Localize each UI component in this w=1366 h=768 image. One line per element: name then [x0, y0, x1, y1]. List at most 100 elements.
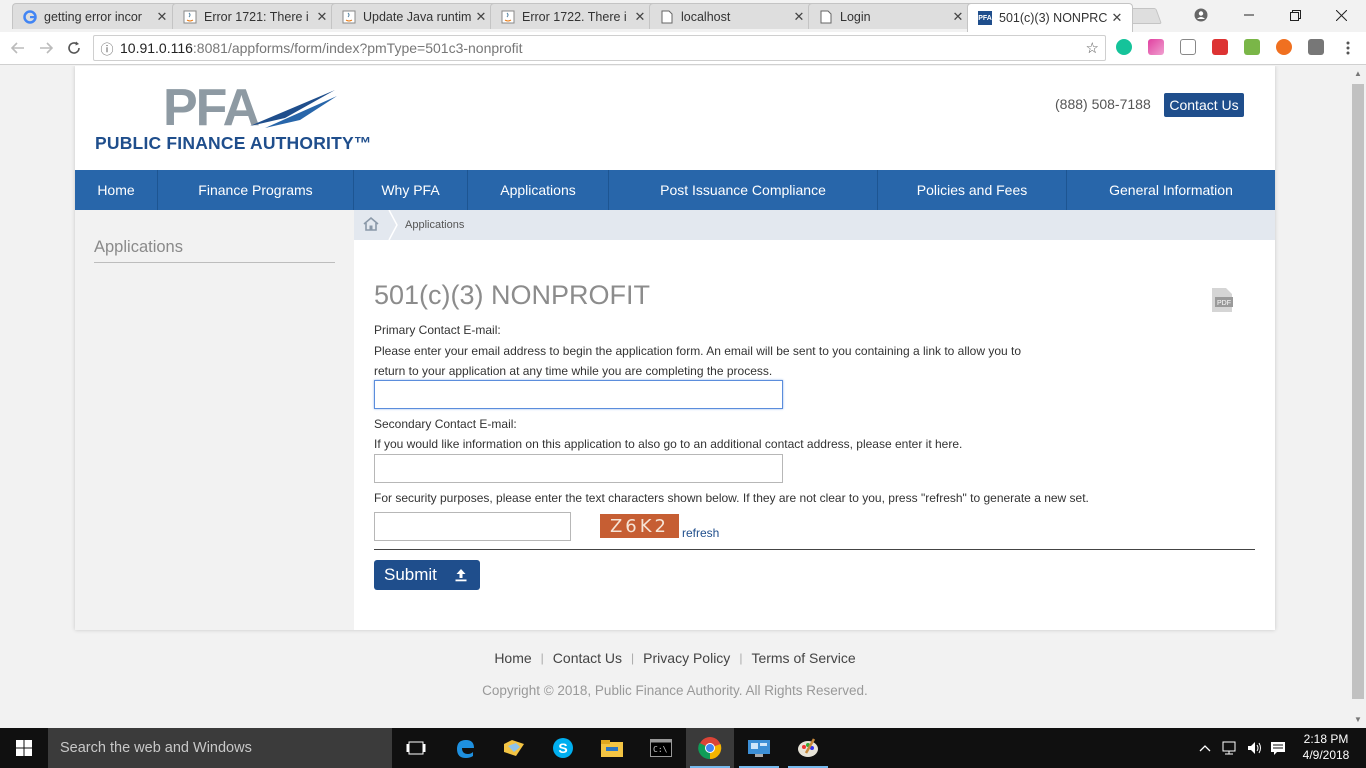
svg-text:C:\: C:\	[653, 745, 668, 754]
pdf-icon[interactable]: PDF	[1208, 286, 1236, 314]
browser-tab[interactable]: localhost ✕	[649, 3, 815, 29]
browser-tab-active[interactable]: PFA 501(c)(3) NONPRC ✕	[967, 3, 1133, 32]
extension-icon[interactable]	[1244, 39, 1260, 55]
close-tab-icon[interactable]: ✕	[951, 9, 965, 25]
java-icon	[183, 10, 197, 24]
command-prompt-icon[interactable]: C:\	[637, 728, 685, 768]
close-tab-icon[interactable]: ✕	[633, 9, 647, 25]
nav-item-finance-programs[interactable]: Finance Programs	[158, 170, 354, 210]
chrome-icon[interactable]	[686, 728, 734, 768]
pfa-favicon-icon: PFA	[978, 11, 992, 25]
reload-icon[interactable]	[63, 37, 85, 59]
sidebar-heading[interactable]: Applications	[94, 238, 183, 257]
nav-item-home[interactable]: Home	[75, 170, 158, 210]
scroll-down-icon[interactable]: ▼	[1350, 712, 1366, 728]
google-icon	[23, 9, 37, 24]
skype-icon[interactable]: S	[539, 728, 587, 768]
footer-separator: |	[631, 651, 635, 665]
back-arrow-icon[interactable]	[7, 37, 29, 59]
edge-browser-icon[interactable]	[441, 728, 489, 768]
svg-text:S: S	[558, 740, 567, 756]
url-path: :8081/appforms/form/index?pmType=501c3-n…	[192, 40, 523, 56]
volume-icon[interactable]	[1246, 728, 1264, 768]
notifications-icon[interactable]	[1270, 728, 1286, 768]
nav-item-policies-and-fees[interactable]: Policies and Fees	[878, 170, 1067, 210]
paint-icon[interactable]	[784, 728, 832, 768]
file-explorer-icon[interactable]	[588, 728, 636, 768]
primary-email-help-continued: return to your application at any time w…	[374, 364, 773, 378]
footer-link-terms-of-service[interactable]: Terms of Service	[751, 650, 855, 666]
close-tab-icon[interactable]: ✕	[474, 9, 488, 25]
browser-tab[interactable]: getting error incor ✕	[12, 3, 178, 29]
tab-title: Error 1722. There i	[522, 9, 627, 24]
submit-button[interactable]: Submit	[374, 560, 480, 590]
pfa-logo[interactable]: PFA PUBLIC FINANCE AUTHORITY™	[95, 79, 385, 154]
form-divider	[374, 549, 1255, 550]
tab-title: Update Java runtim	[363, 9, 472, 24]
browser-tab-strip: getting error incor ✕ Error 1721: There …	[0, 0, 1366, 32]
grammarly-extension-icon[interactable]	[1116, 39, 1132, 55]
nav-item-why-pfa[interactable]: Why PFA	[354, 170, 468, 210]
nav-item-post-issuance-compliance[interactable]: Post Issuance Compliance	[609, 170, 878, 210]
restore-icon[interactable]	[1272, 0, 1318, 30]
info-icon[interactable]: ⓘ	[94, 39, 120, 58]
secondary-email-field[interactable]	[374, 454, 783, 483]
contact-us-button[interactable]: Contact Us	[1164, 93, 1244, 117]
secondary-email-label: Secondary Contact E-mail:	[374, 417, 517, 431]
scroll-up-icon[interactable]: ▲	[1350, 66, 1366, 82]
breadcrumb-separator-icon	[388, 210, 398, 240]
profile-icon[interactable]	[1178, 0, 1224, 30]
footer-link-contact-us[interactable]: Contact Us	[553, 650, 622, 666]
extension-icon[interactable]	[1308, 39, 1324, 55]
extension-icon[interactable]	[1180, 39, 1196, 55]
extension-icon[interactable]	[1148, 39, 1164, 55]
address-bar[interactable]: ⓘ 10.91.0.116:8081/appforms/form/index?p…	[93, 35, 1106, 61]
minimize-icon[interactable]	[1226, 0, 1272, 30]
menu-dots-icon[interactable]	[1337, 37, 1359, 59]
system-clock[interactable]: 2:18 PM 4/9/2018	[1297, 731, 1355, 763]
captcha-refresh-link[interactable]: refresh	[682, 526, 719, 540]
extension-icon[interactable]	[1276, 39, 1292, 55]
task-view-icon[interactable]	[392, 728, 440, 768]
browser-tab[interactable]: Error 1722. There i ✕	[490, 3, 656, 29]
browser-tab[interactable]: Update Java runtim ✕	[331, 3, 497, 29]
windows-start-icon[interactable]	[0, 728, 48, 768]
captcha-input[interactable]	[374, 512, 571, 541]
close-window-icon[interactable]	[1318, 0, 1364, 30]
site-container: PFA PUBLIC FINANCE AUTHORITY™ (888) 508-…	[75, 66, 1275, 630]
tab-title: Login	[840, 9, 871, 24]
extension-icon[interactable]	[1212, 39, 1228, 55]
close-tab-icon[interactable]: ✕	[1110, 10, 1124, 26]
file-manager-icon[interactable]	[490, 728, 538, 768]
home-icon[interactable]	[362, 216, 382, 234]
forward-arrow-icon[interactable]	[35, 37, 57, 59]
taskbar-search[interactable]: Search the web and Windows	[48, 728, 392, 768]
bookmark-star-icon[interactable]: ☆	[1086, 39, 1099, 57]
logo-mark: PFA	[163, 79, 260, 137]
java-icon	[342, 10, 356, 24]
close-tab-icon[interactable]: ✕	[792, 9, 806, 25]
close-tab-icon[interactable]: ✕	[155, 9, 169, 25]
footer-link-privacy-policy[interactable]: Privacy Policy	[643, 650, 730, 666]
primary-email-field[interactable]	[374, 380, 783, 409]
nav-item-applications[interactable]: Applications	[468, 170, 609, 210]
java-icon	[501, 10, 515, 24]
clock-time: 2:18 PM	[1303, 732, 1349, 746]
nav-item-general-information[interactable]: General Information	[1067, 170, 1275, 210]
remote-desktop-icon[interactable]	[735, 728, 783, 768]
primary-email-help: Please enter your email address to begin…	[374, 344, 1022, 358]
close-tab-icon[interactable]: ✕	[315, 9, 329, 25]
browser-tab[interactable]: Login ✕	[808, 3, 974, 29]
windows-taskbar: Search the web and Windows S C:\ 2:18 PM…	[0, 728, 1366, 768]
scrollbar-thumb[interactable]	[1352, 84, 1364, 699]
footer-link-home[interactable]: Home	[494, 650, 531, 666]
sidebar-divider	[94, 262, 335, 263]
main-navigation: Home Finance Programs Why PFA Applicatio…	[75, 170, 1275, 210]
tab-title: localhost	[681, 9, 731, 24]
browser-toolbar: ⓘ 10.91.0.116:8081/appforms/form/index?p…	[0, 32, 1366, 65]
show-hidden-icons-chevron-icon[interactable]	[1199, 728, 1211, 768]
upload-icon	[455, 569, 467, 582]
browser-tab[interactable]: Error 1721: There i ✕	[172, 3, 338, 29]
network-icon[interactable]	[1222, 728, 1240, 768]
logo-name: PUBLIC FINANCE AUTHORITY™	[95, 133, 372, 153]
